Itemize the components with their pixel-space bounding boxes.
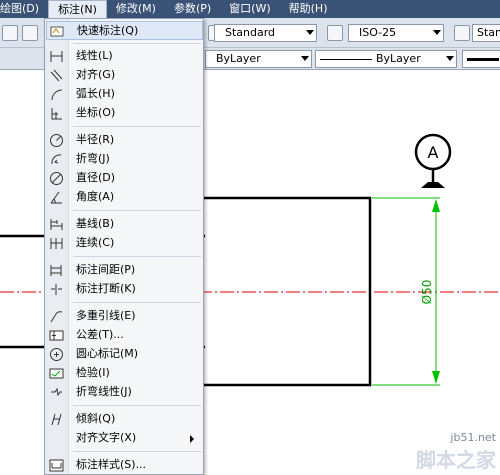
menu-item-jogged[interactable]: 折弯(J) [46, 150, 203, 169]
zoom-window-icon[interactable] [2, 25, 18, 41]
dimension-style-select[interactable]: ISO-25 [348, 24, 444, 42]
menu-separator [73, 302, 201, 303]
inspection-icon [49, 368, 64, 379]
datum-label: A [428, 143, 439, 162]
layer-select[interactable]: ByLayer [205, 50, 312, 68]
menu-item-align-text[interactable]: 对齐文字(X) [46, 429, 203, 448]
multileader-icon [50, 311, 63, 323]
angular-icon [50, 191, 62, 204]
menu-item-dimension-break[interactable]: 标注打断(K) [46, 280, 203, 299]
tolerance-icon [49, 330, 64, 341]
jogged-linear-icon [51, 387, 62, 397]
menu-item-linear[interactable]: 线性(L) [46, 47, 203, 66]
arrowhead-top [432, 199, 440, 212]
menu-item-angular[interactable]: 角度(A) [46, 188, 203, 207]
table-style-select[interactable]: Stan [472, 24, 500, 42]
table-style-icon[interactable] [454, 25, 470, 41]
datum-triangle [421, 182, 445, 188]
menu-item-arc-length[interactable]: 弧长(H) [46, 85, 203, 104]
chevron-down-icon [301, 56, 309, 61]
menu-separator [73, 451, 201, 452]
menu-item-multileader[interactable]: 多重引线(E) [46, 307, 203, 326]
linetype-select[interactable]: ByLayer [315, 50, 457, 68]
zoom-previous-icon[interactable] [22, 25, 38, 41]
menu-item-baseline[interactable]: 基线(B) [46, 215, 203, 234]
menu-item-oblique[interactable]: 倾斜(Q) [46, 410, 203, 429]
menu-item-radius[interactable]: 半径(R) [46, 131, 203, 150]
menu-help[interactable]: 帮助(H) [280, 0, 337, 18]
jogged-icon [51, 154, 62, 165]
menu-draw[interactable]: 绘图(D) [0, 0, 48, 18]
continue-icon [50, 238, 63, 249]
dimension-menu: 快速标注(Q) 线性(L) 对齐(G) 弧长(H) 坐标(O) 半径(R) 折弯… [44, 18, 204, 475]
dimension-style-icon [49, 459, 64, 472]
arrowhead-bottom [432, 371, 440, 384]
menu-modify[interactable]: 修改(M) [107, 0, 165, 18]
menu-separator [73, 256, 201, 257]
menu-parametric[interactable]: 参数(P) [165, 0, 220, 18]
diameter-icon [50, 172, 63, 185]
center-mark-icon [50, 348, 63, 361]
chevron-down-icon [446, 56, 454, 61]
chevron-down-icon [433, 30, 441, 35]
menu-item-tolerance[interactable]: 公差(T)... [46, 326, 203, 345]
linetype-preview [320, 58, 372, 60]
menu-bar: 绘图(D) 标注(N) 修改(M) 参数(P) 窗口(W) 帮助(H) [0, 0, 500, 18]
menu-item-dimension-space[interactable]: 标注间距(P) [46, 261, 203, 280]
dimension-text: Ø50 [420, 280, 434, 305]
ordinate-icon [51, 108, 62, 120]
oblique-icon [51, 413, 62, 426]
menu-item-quick-dimension[interactable]: 快速标注(Q) [46, 21, 203, 40]
menu-item-diameter[interactable]: 直径(D) [46, 169, 203, 188]
dimension-space-icon [50, 265, 62, 276]
menu-item-aligned[interactable]: 对齐(G) [46, 66, 203, 85]
lineweight-select[interactable] [462, 50, 500, 68]
menu-item-inspection[interactable]: 检验(I) [46, 364, 203, 383]
text-style-select[interactable]: Standard [214, 24, 317, 42]
submenu-arrow-icon [190, 435, 194, 443]
menu-separator [73, 210, 201, 211]
chevron-down-icon [306, 30, 314, 35]
aligned-icon [50, 69, 63, 82]
lineweight-preview [467, 57, 499, 61]
menu-dimension[interactable]: 标注(N) [48, 0, 107, 18]
menu-item-ordinate[interactable]: 坐标(O) [46, 104, 203, 123]
arc-length-icon [51, 89, 63, 101]
baseline-icon [50, 219, 63, 230]
menu-separator [73, 126, 201, 127]
watermark: jb51.net 脚本之家 [416, 431, 496, 472]
menu-separator [73, 405, 201, 406]
menu-item-jogged-linear[interactable]: 折弯线性(J) [46, 383, 203, 402]
menu-separator [73, 43, 201, 44]
menu-item-continue[interactable]: 连续(C) [46, 234, 203, 253]
quick-dimension-icon [50, 26, 64, 37]
dimension-style-icon[interactable] [327, 25, 343, 41]
menu-item-center-mark[interactable]: 圆心标记(M) [46, 345, 203, 364]
linear-icon [50, 51, 63, 62]
radius-icon [50, 134, 63, 147]
dimension-break-icon [51, 284, 62, 295]
menu-item-dimension-style[interactable]: 标注样式(S)... [46, 456, 203, 475]
menu-window[interactable]: 窗口(W) [220, 0, 279, 18]
